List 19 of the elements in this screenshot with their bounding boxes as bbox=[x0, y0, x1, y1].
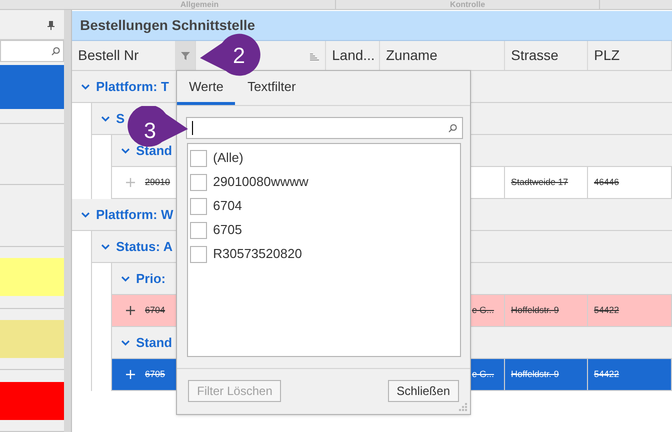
table-cell-text: Hoffeldstr. 9 bbox=[511, 368, 559, 381]
group-label: Stand bbox=[136, 334, 172, 352]
group-label: Plattform: T bbox=[96, 78, 169, 96]
table-cell-text: 6705 bbox=[145, 368, 166, 381]
table-cell-text: 54422 bbox=[594, 368, 620, 381]
group-label: S bbox=[116, 110, 125, 128]
table-cell-text: e G... bbox=[472, 368, 494, 381]
group-label: Prio: bbox=[136, 270, 166, 288]
table-cell-text: e G... bbox=[472, 304, 494, 317]
table-cell-text: 29010 bbox=[145, 176, 170, 189]
table-cell-text: 6704 bbox=[145, 304, 166, 317]
table-cell-text: Stadtweide 17 bbox=[511, 176, 568, 189]
callout-number: 2 bbox=[232, 42, 246, 70]
table-cell-text: Hoffeldstr. 9 bbox=[511, 304, 559, 317]
table-cell-text: 46446 bbox=[594, 176, 620, 189]
table-cell-text: 54422 bbox=[594, 304, 620, 317]
panel-title: Bestellungen Schnittstelle bbox=[72, 11, 672, 41]
group-label: Status: A bbox=[116, 238, 173, 256]
group-label: Plattform: W bbox=[96, 206, 174, 224]
